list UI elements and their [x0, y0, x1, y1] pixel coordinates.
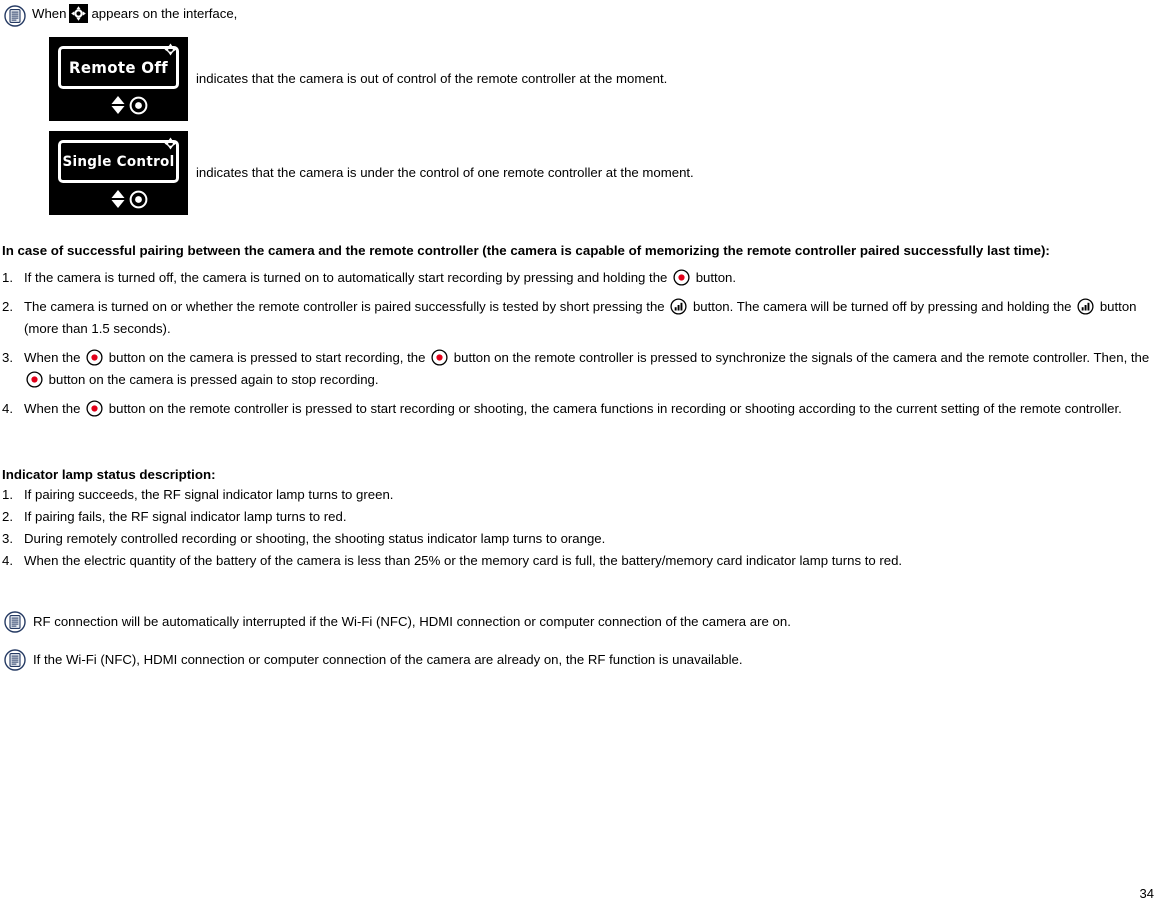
list-item: 4. When the button on the remote control… — [2, 398, 1157, 420]
lcd-text-box: Remote Off — [58, 46, 179, 89]
list-marker: 1. — [2, 487, 13, 502]
list-item-text: If pairing fails, the RF signal indicato… — [24, 509, 347, 524]
top-note-text-before: When — [32, 6, 67, 21]
list-item-text: The camera is turned on or whether the r… — [24, 297, 1137, 336]
list-item: 2. If pairing fails, the RF signal indic… — [2, 506, 1157, 527]
record-button-icon — [26, 370, 43, 388]
list-marker: 2. — [2, 509, 13, 524]
screen-row-remote-off: Remote Off indicates that the camera is … — [2, 37, 1157, 121]
list-item-text: During remotely controlled recording or … — [24, 531, 606, 546]
list-marker: 4. — [2, 400, 13, 416]
bottom-note-rf-interrupt: RF connection will be automatically inte… — [2, 611, 1157, 633]
lcd-screen-icon: Single Control — [49, 131, 188, 215]
record-button-icon — [431, 348, 448, 366]
signal-bars-button-icon — [1077, 297, 1094, 315]
lcd-bottom-icons — [49, 189, 178, 209]
lcd-display-text: Single Control — [62, 153, 175, 170]
lcd-bottom-icons — [49, 95, 178, 115]
list-item-text: If the camera is turned off, the camera … — [24, 268, 737, 286]
list-item-text: When the electric quantity of the batter… — [24, 553, 903, 568]
bottom-note-text: RF connection will be automatically inte… — [33, 614, 791, 629]
top-note-text-after: appears on the interface, — [91, 6, 238, 21]
pairing-steps-list: 1. If the camera is turned off, the came… — [2, 267, 1157, 420]
list-item: 1. If the camera is turned off, the came… — [2, 267, 1157, 289]
note-document-icon — [4, 611, 26, 633]
manual-page: When appears on the interface, Remote Of… — [0, 0, 1163, 908]
list-item-text: If pairing succeeds, the RF signal indic… — [24, 487, 394, 502]
bottom-note-text: If the Wi-Fi (NFC), HDMI connection or c… — [33, 652, 743, 667]
indicator-section-heading: Indicator lamp status description: — [2, 466, 216, 482]
signal-bars-button-icon — [670, 297, 687, 315]
list-marker: 3. — [2, 349, 13, 365]
crosshair-remote-icon — [164, 137, 177, 150]
record-button-icon — [86, 348, 103, 366]
screen-caption: indicates that the camera is out of cont… — [196, 71, 668, 86]
shutter-ring-icon — [129, 96, 148, 115]
list-marker: 1. — [2, 269, 13, 285]
list-marker: 4. — [2, 553, 13, 568]
lcd-display-text: Remote Off — [68, 58, 169, 77]
lcd-text-box: Single Control — [58, 140, 179, 183]
pairing-section-heading: In case of successful pairing between th… — [2, 243, 1050, 258]
lcd-screen-icon: Remote Off — [49, 37, 188, 121]
list-item-text: When the button on the camera is pressed… — [24, 348, 1150, 388]
crosshair-remote-icon — [69, 4, 89, 23]
crosshair-remote-icon — [164, 43, 177, 56]
note-document-icon — [4, 649, 26, 671]
list-item-text: When the button on the remote controller… — [24, 399, 1122, 417]
screen-row-single-control: Single Control indicates that the camera… — [2, 131, 1157, 215]
updown-arrow-icon — [110, 189, 126, 209]
list-marker: 3. — [2, 531, 13, 546]
top-note: When appears on the interface, — [2, 0, 1157, 27]
indicator-steps-list: 1. If pairing succeeds, the RF signal in… — [2, 484, 1157, 571]
note-document-icon — [4, 5, 26, 27]
updown-arrow-icon — [110, 95, 126, 115]
list-item: 3. During remotely controlled recording … — [2, 528, 1157, 549]
record-button-icon — [86, 399, 103, 417]
bottom-note-rf-unavailable: If the Wi-Fi (NFC), HDMI connection or c… — [2, 649, 1157, 671]
list-item: 4. When the electric quantity of the bat… — [2, 550, 1157, 571]
page-number: 34 — [1139, 886, 1154, 901]
list-item: 3. When the button on the camera is pres… — [2, 347, 1157, 391]
record-button-icon — [673, 268, 690, 286]
list-item: 2. The camera is turned on or whether th… — [2, 296, 1157, 340]
screen-caption: indicates that the camera is under the c… — [196, 165, 694, 180]
list-item: 1. If pairing succeeds, the RF signal in… — [2, 484, 1157, 505]
shutter-ring-icon — [129, 190, 148, 209]
list-marker: 2. — [2, 298, 13, 314]
